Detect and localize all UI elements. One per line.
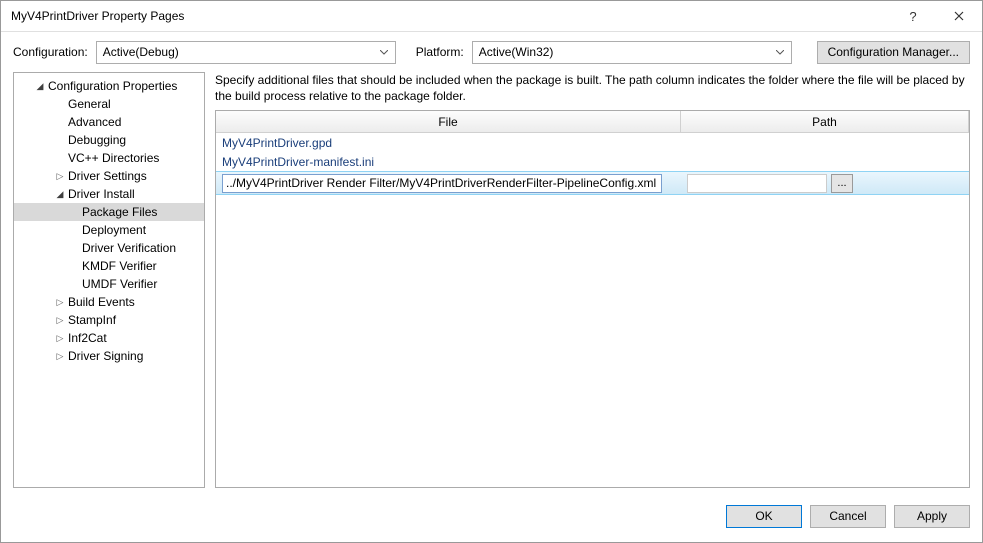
chevron-right-icon: ▷ xyxy=(54,171,66,182)
chevron-down-icon xyxy=(773,46,787,60)
chevron-right-icon: ▷ xyxy=(54,333,66,344)
body: ◢Configuration Properties▷General▷Advanc… xyxy=(1,72,982,498)
tree-item[interactable]: ▷Driver Signing xyxy=(14,347,204,365)
cancel-button[interactable]: Cancel xyxy=(810,505,886,528)
chevron-down-icon: ◢ xyxy=(34,81,46,92)
close-icon xyxy=(954,11,964,21)
tree-item[interactable]: ▷Advanced xyxy=(14,113,204,131)
chevron-right-icon: ▷ xyxy=(54,315,66,326)
close-button[interactable] xyxy=(936,1,982,31)
tree-item[interactable]: ▷StampInf xyxy=(14,311,204,329)
panel-description: Specify additional files that should be … xyxy=(215,72,970,104)
tree-item[interactable]: ▷UMDF Verifier xyxy=(14,275,204,293)
grid-body: MyV4PrintDriver.gpd MyV4PrintDriver-manif… xyxy=(216,133,969,195)
platform-label: Platform: xyxy=(416,45,464,59)
tree-item-label: Build Events xyxy=(66,295,135,309)
grid-row[interactable]: MyV4PrintDriver-manifest.ini xyxy=(216,152,969,171)
tree-item-label: StampInf xyxy=(66,313,116,327)
files-grid: File Path MyV4PrintDriver.gpdMyV4PrintDr… xyxy=(215,110,970,488)
chevron-right-icon: ▷ xyxy=(54,351,66,362)
configuration-value: Active(Debug) xyxy=(103,45,179,59)
tree-item-label: KMDF Verifier xyxy=(80,259,157,273)
tree-item-label: General xyxy=(66,97,111,111)
col-path[interactable]: Path xyxy=(681,111,969,132)
configuration-dropdown[interactable]: Active(Debug) xyxy=(96,41,396,64)
tree-item[interactable]: ▷VC++ Directories xyxy=(14,149,204,167)
tree-item[interactable]: ▷Build Events xyxy=(14,293,204,311)
col-file[interactable]: File xyxy=(216,111,681,132)
tree-item[interactable]: ▷Driver Settings xyxy=(14,167,204,185)
tree-item[interactable]: ▷KMDF Verifier xyxy=(14,257,204,275)
tree-item-label: Debugging xyxy=(66,133,126,147)
tree-item-label: Advanced xyxy=(66,115,121,129)
tree-item[interactable]: ▷Debugging xyxy=(14,131,204,149)
tree-item-label: Driver Signing xyxy=(66,349,143,363)
chevron-down-icon xyxy=(377,46,391,60)
right-panel: Specify additional files that should be … xyxy=(205,72,970,488)
tree-item-label: Driver Settings xyxy=(66,169,147,183)
file-input[interactable] xyxy=(222,174,662,193)
tree-item-label: Package Files xyxy=(80,205,157,219)
config-tree[interactable]: ◢Configuration Properties▷General▷Advanc… xyxy=(13,72,205,488)
configuration-manager-button[interactable]: Configuration Manager... xyxy=(817,41,970,64)
config-row: Configuration: Active(Debug) Platform: A… xyxy=(1,32,982,72)
footer: OK Cancel Apply xyxy=(1,498,982,542)
tree-item-label: Driver Verification xyxy=(80,241,176,255)
platform-value: Active(Win32) xyxy=(479,45,554,59)
tree-item-label: UMDF Verifier xyxy=(80,277,157,291)
tree-item-label: Configuration Properties xyxy=(46,79,177,93)
grid-row[interactable]: MyV4PrintDriver.gpd xyxy=(216,133,969,152)
tree-item[interactable]: ◢Driver Install xyxy=(14,185,204,203)
file-cell: MyV4PrintDriver.gpd xyxy=(216,136,681,150)
path-cell-editing: ... xyxy=(681,174,969,193)
tree-item-label: VC++ Directories xyxy=(66,151,159,165)
path-input[interactable] xyxy=(687,174,827,193)
tree-item[interactable]: ◢Configuration Properties xyxy=(14,77,204,95)
file-cell-editing xyxy=(216,174,681,193)
chevron-down-icon: ◢ xyxy=(54,189,66,200)
tree-item-label: Deployment xyxy=(80,223,146,237)
grid-header: File Path xyxy=(216,111,969,133)
tree-item[interactable]: ▷General xyxy=(14,95,204,113)
tree-item[interactable]: ▷Package Files xyxy=(14,203,204,221)
tree-item[interactable]: ▷Inf2Cat xyxy=(14,329,204,347)
tree-item-label: Inf2Cat xyxy=(66,331,107,345)
window-title: MyV4PrintDriver Property Pages xyxy=(11,9,890,23)
configuration-label: Configuration: xyxy=(13,45,88,59)
grid-row-editing[interactable]: ... xyxy=(216,171,969,195)
ok-button[interactable]: OK xyxy=(726,505,802,528)
chevron-right-icon: ▷ xyxy=(54,297,66,308)
titlebar: MyV4PrintDriver Property Pages ? xyxy=(1,1,982,32)
help-button[interactable]: ? xyxy=(890,1,936,31)
browse-button[interactable]: ... xyxy=(831,174,853,193)
tree-item-label: Driver Install xyxy=(66,187,135,201)
file-cell: MyV4PrintDriver-manifest.ini xyxy=(216,155,681,169)
tree-item[interactable]: ▷Driver Verification xyxy=(14,239,204,257)
tree-item[interactable]: ▷Deployment xyxy=(14,221,204,239)
platform-dropdown[interactable]: Active(Win32) xyxy=(472,41,792,64)
apply-button[interactable]: Apply xyxy=(894,505,970,528)
